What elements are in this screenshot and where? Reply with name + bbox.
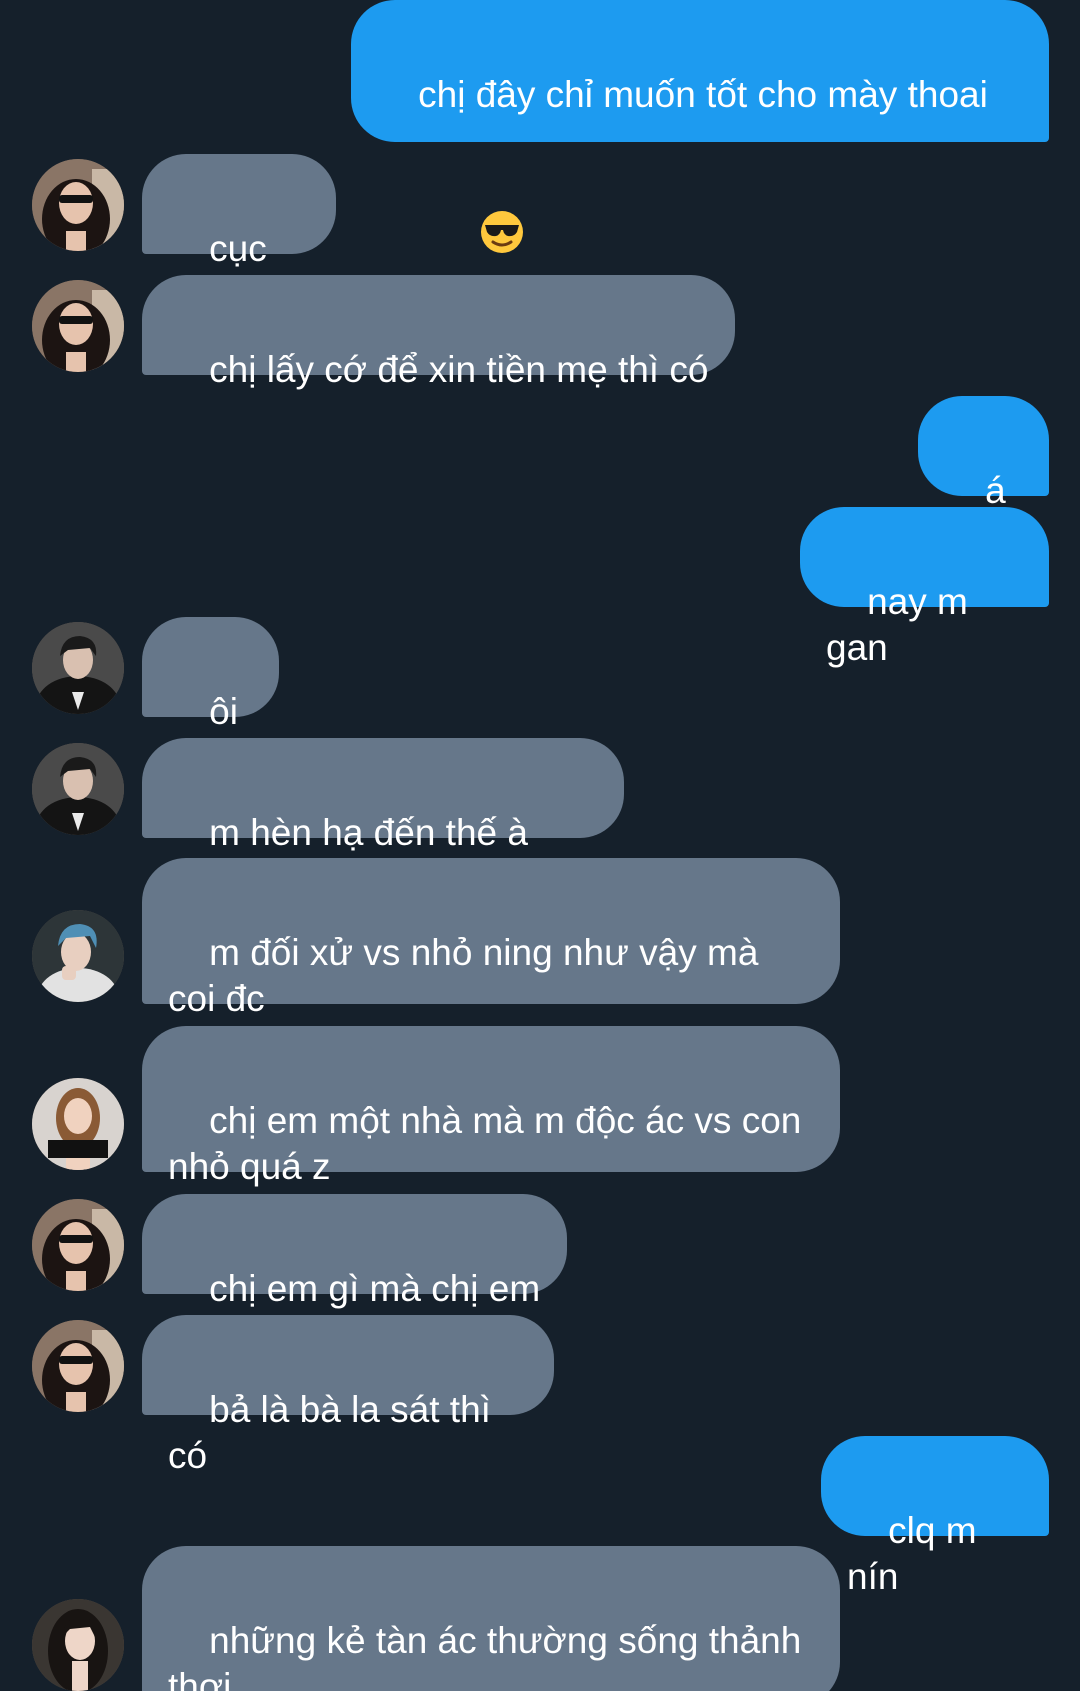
- avatar[interactable]: [32, 1078, 124, 1170]
- avatar[interactable]: [32, 910, 124, 1002]
- message-text: chị đây chỉ muốn tốt cho mày thoai: [418, 74, 988, 115]
- avatar[interactable]: [32, 159, 124, 251]
- avatar[interactable]: [32, 280, 124, 372]
- message-bubble-incoming[interactable]: cục cuc: [142, 154, 336, 315]
- message-bubble-outgoing[interactable]: á đù: [918, 396, 1049, 557]
- message-bubble-incoming[interactable]: những kẻ tàn ác thường sống thảnh thơi: [142, 1546, 840, 1691]
- message-bubble-incoming[interactable]: chị em một nhà mà m độc ác vs con nhỏ qu…: [142, 1026, 840, 1187]
- message-text: m đối xử vs nhỏ ning như vậy mà coi đc: [168, 932, 769, 1019]
- chat-thread[interactable]: chị đây chỉ muốn tốt cho mày thoai cục c…: [0, 0, 1080, 1691]
- message-text: nay m gan: [826, 581, 979, 668]
- message-bubble-incoming[interactable]: m hèn hạ đến thế à em?: [142, 738, 624, 899]
- message-bubble-incoming[interactable]: ôi vc: [142, 617, 279, 778]
- message-bubble-incoming[interactable]: bả là bà la sát thì có: [142, 1315, 554, 1476]
- message-text: chị lấy cớ để xin tiền mẹ thì có: [209, 349, 709, 390]
- avatar[interactable]: [32, 622, 124, 714]
- avatar[interactable]: [32, 1199, 124, 1291]
- message-bubble-outgoing[interactable]: nay m gan: [800, 507, 1049, 668]
- message-bubble-outgoing[interactable]: clq m nín: [821, 1436, 1049, 1597]
- message-bubble-outgoing[interactable]: chị đây chỉ muốn tốt cho mày thoai: [351, 0, 1049, 253]
- avatar[interactable]: [32, 1599, 124, 1691]
- message-text: chị em một nhà mà m độc ác vs con nhỏ qu…: [168, 1100, 812, 1187]
- message-text: clq m nín: [847, 1510, 987, 1597]
- message-text: chị em gì mà chị em: [209, 1268, 541, 1309]
- message-bubble-incoming[interactable]: chị lấy cớ để xin tiền mẹ thì có: [142, 275, 735, 390]
- avatar[interactable]: [32, 1320, 124, 1412]
- message-bubble-incoming[interactable]: chị em gì mà chị em: [142, 1194, 567, 1309]
- avatar[interactable]: [32, 743, 124, 835]
- message-text: những kẻ tàn ác thường sống thảnh thơi: [168, 1620, 812, 1691]
- message-text: bả là bà la sát thì có: [168, 1389, 502, 1476]
- message-bubble-incoming[interactable]: m đối xử vs nhỏ ning như vậy mà coi đc: [142, 858, 840, 1019]
